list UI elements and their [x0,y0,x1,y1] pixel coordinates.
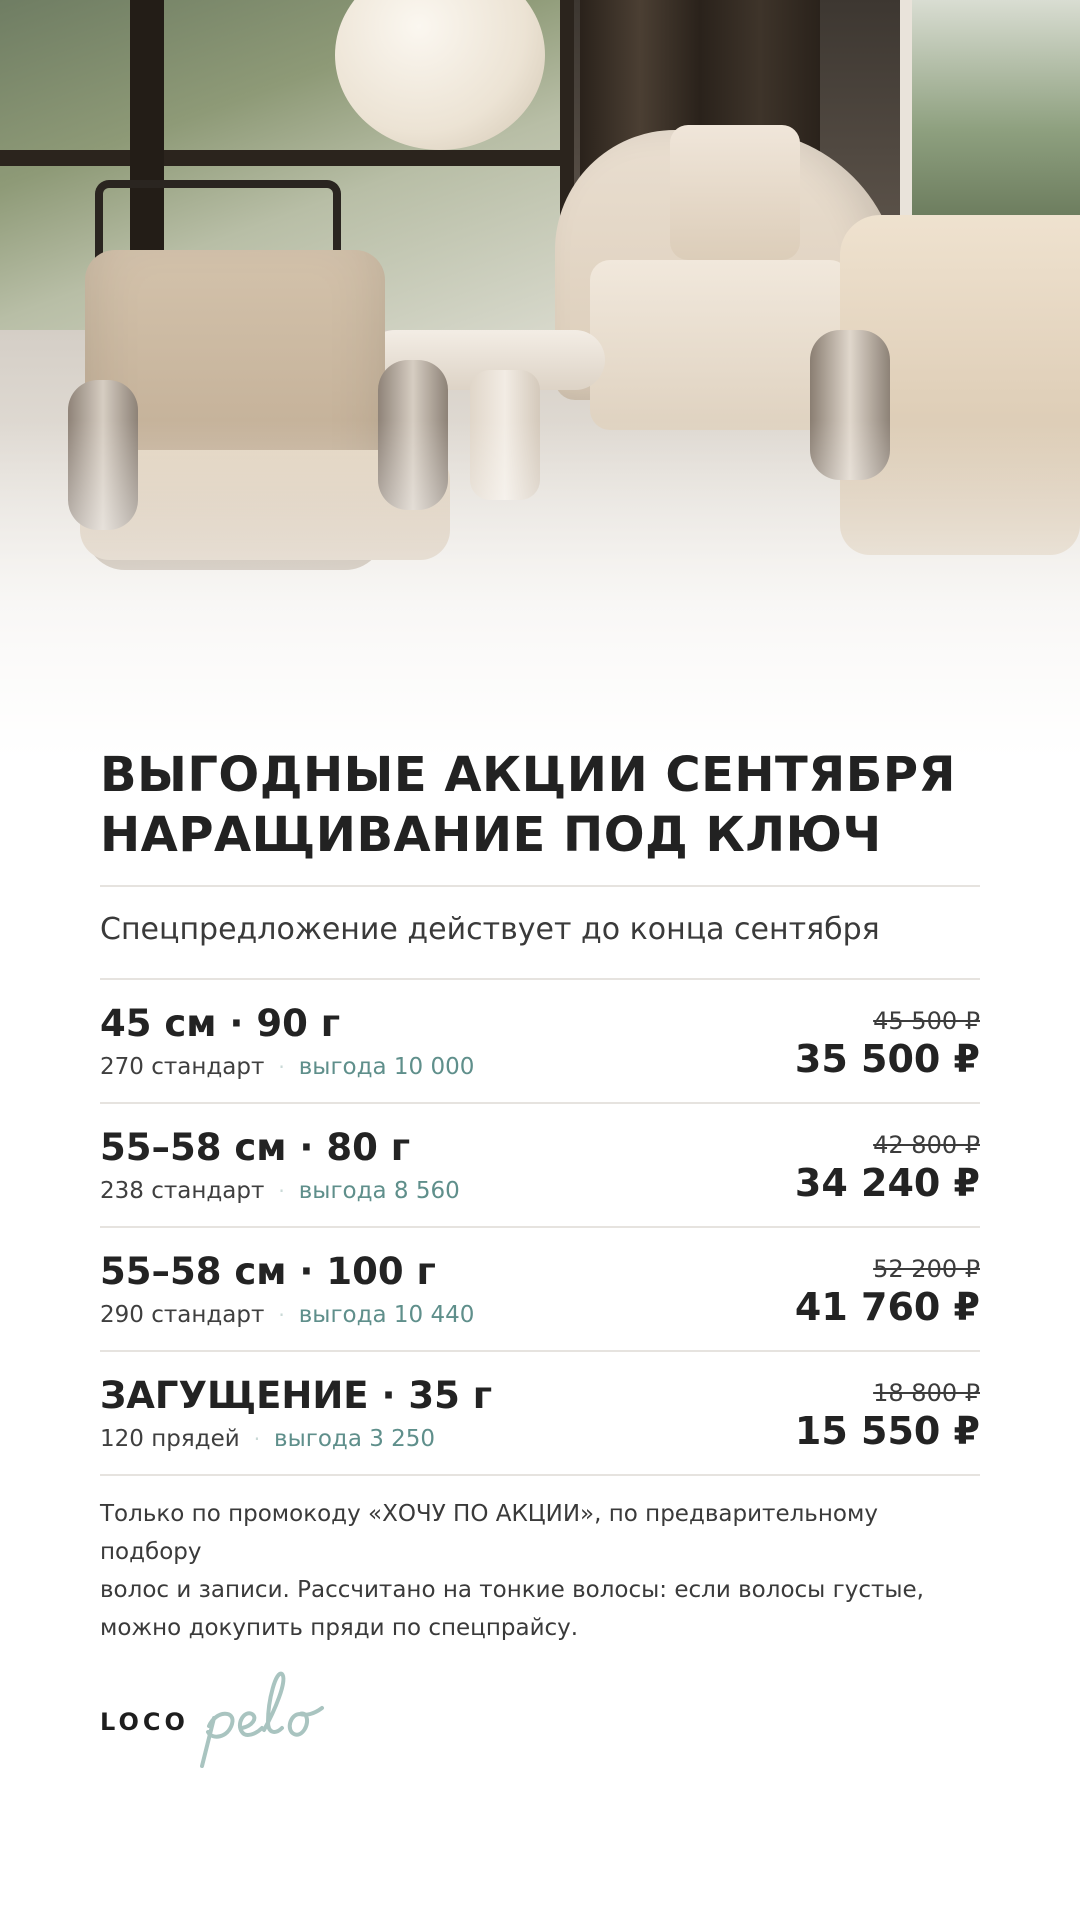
offer-savings: выгода 10 000 [298,1054,475,1080]
offer-meta: 290 стандарт · выгода 10 440 [100,1300,474,1330]
offer-count: 270 стандарт [100,1054,265,1080]
brand-logo: LOCO [100,1660,340,1770]
offer-savings: выгода 3 250 [274,1426,436,1452]
separator-dot: · [278,1055,285,1079]
offer-name: 55–58 см · 100 г [100,1250,436,1293]
offer-item: 55–58 см · 80 г 238 стандарт · выгода 8 56… [100,1104,980,1226]
offer-count: 290 стандарт [100,1302,265,1328]
new-price: 35 500 ₽ [794,1037,980,1081]
offer-count: 238 стандарт [100,1178,265,1204]
title-line-1: ВЫГОДНЫЕ АКЦИИ СЕНТЯБРЯ [100,747,956,803]
separator-dot: · [278,1303,285,1327]
title-line-2: НАРАЩИВАНИЕ ПОД КЛЮЧ [100,807,882,863]
note-line: волос и записи. Рассчитано на тонкие вол… [100,1577,924,1603]
note-line: можно докупить пряди по спецпрайсу. [100,1615,579,1641]
divider [100,1474,980,1476]
offer-name: ЗАГУЩЕНИЕ · 35 г [100,1374,493,1417]
new-price: 34 240 ₽ [794,1161,980,1205]
page-title: ВЫГОДНЫЕ АКЦИИ СЕНТЯБРЯ НАРАЩИВАНИЕ ПОД … [100,745,980,865]
promo-note: Только по промокоду «ХОЧУ ПО АКЦИИ», по … [100,1495,980,1647]
hero-photo [0,0,1080,760]
separator-dot: · [253,1427,261,1451]
old-price: 18 800 ₽ [873,1379,980,1407]
old-price: 42 800 ₽ [873,1131,980,1159]
new-price: 15 550 ₽ [794,1409,980,1453]
separator-dot: · [278,1179,285,1203]
offer-meta: 120 прядей · выгода 3 250 [100,1424,435,1454]
note-line: Только по промокоду «ХОЧУ ПО АКЦИИ», по … [100,1501,878,1565]
offer-item: ЗАГУЩЕНИЕ · 35 г 120 прядей · выгода 3 250… [100,1352,980,1474]
offer-savings: выгода 10 440 [298,1302,475,1328]
pillow [670,125,800,260]
offer-meta: 270 стандарт · выгода 10 000 [100,1052,474,1082]
logo-text: LOCO [100,1708,189,1736]
offer-name: 45 см · 90 г [100,1002,341,1045]
divider [100,885,980,887]
hero-fade [0,420,1080,760]
old-price: 45 500 ₽ [873,1007,980,1035]
offer-item: 55–58 см · 100 г 290 стандарт · выгода 10 … [100,1228,980,1350]
old-price: 52 200 ₽ [873,1255,980,1283]
new-price: 41 760 ₽ [794,1285,980,1329]
logo-script [200,1671,324,1768]
offer-count: 120 прядей [100,1426,240,1452]
offer-meta: 238 стандарт · выгода 8 560 [100,1176,460,1206]
offer-item: 45 см · 90 г 270 стандарт · выгода 10 000 … [100,980,980,1102]
subtitle: Спецпредложение действует до конца сентя… [100,912,880,947]
offer-name: 55–58 см · 80 г [100,1126,411,1169]
offer-savings: выгода 8 560 [298,1178,460,1204]
